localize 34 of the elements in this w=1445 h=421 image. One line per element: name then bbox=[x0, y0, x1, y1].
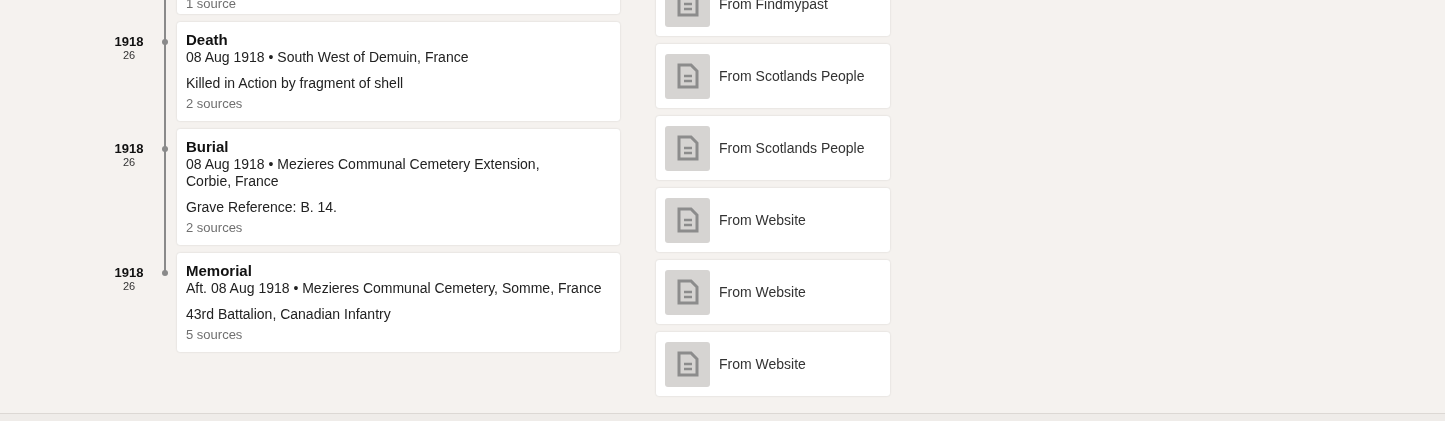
event-age: 26 bbox=[122, 49, 136, 62]
source-card[interactable]: From Scotlands People bbox=[656, 116, 890, 180]
source-label: From Website bbox=[719, 356, 806, 372]
source-label: From Website bbox=[719, 212, 806, 228]
source-label: From Scotlands People bbox=[719, 68, 865, 84]
event-year: 1918 bbox=[114, 34, 144, 49]
source-label: From Scotlands People bbox=[719, 140, 865, 156]
event-detail: 08 Aug 1918 • South West of Demuin, France bbox=[186, 49, 470, 66]
event-description: Killed in Action by fragment of shell bbox=[186, 75, 405, 92]
document-icon bbox=[676, 63, 699, 89]
document-icon bbox=[676, 279, 699, 305]
document-icon bbox=[676, 207, 699, 233]
event-description: 43rd Battalion, Canadian Infantry bbox=[186, 306, 392, 323]
event-detail: Corbie, France bbox=[186, 173, 280, 190]
event-title: Death bbox=[186, 31, 229, 49]
source-card[interactable]: From Scotlands People bbox=[656, 44, 890, 108]
source-card[interactable]: From Website bbox=[656, 188, 890, 252]
source-card[interactable]: From Website bbox=[656, 260, 890, 324]
event-title: Burial bbox=[186, 138, 230, 156]
event-detail: Aft. 08 Aug 1918 • Mezieres Communal Cemetery, Somme, France bbox=[186, 280, 603, 297]
event-age: 26 bbox=[122, 280, 136, 293]
source-label: From Website bbox=[719, 284, 806, 300]
source-count[interactable]: 5 sources bbox=[186, 327, 611, 343]
source-count[interactable]: 2 sources bbox=[186, 96, 611, 112]
event-description: Grave Reference: B. 14. bbox=[186, 199, 338, 216]
event-year: 1918 bbox=[114, 141, 144, 156]
source-count[interactable]: 2 sources bbox=[186, 220, 611, 236]
document-icon bbox=[676, 135, 699, 161]
event-title: Memorial bbox=[186, 262, 253, 280]
document-icon bbox=[676, 351, 699, 377]
event-detail: 08 Aug 1918 • Mezieres Communal Cemetery Extension, bbox=[186, 156, 541, 173]
event-year: 1918 bbox=[114, 265, 144, 280]
source-card[interactable]: From Website bbox=[656, 332, 890, 396]
event-age: 26 bbox=[122, 156, 136, 169]
